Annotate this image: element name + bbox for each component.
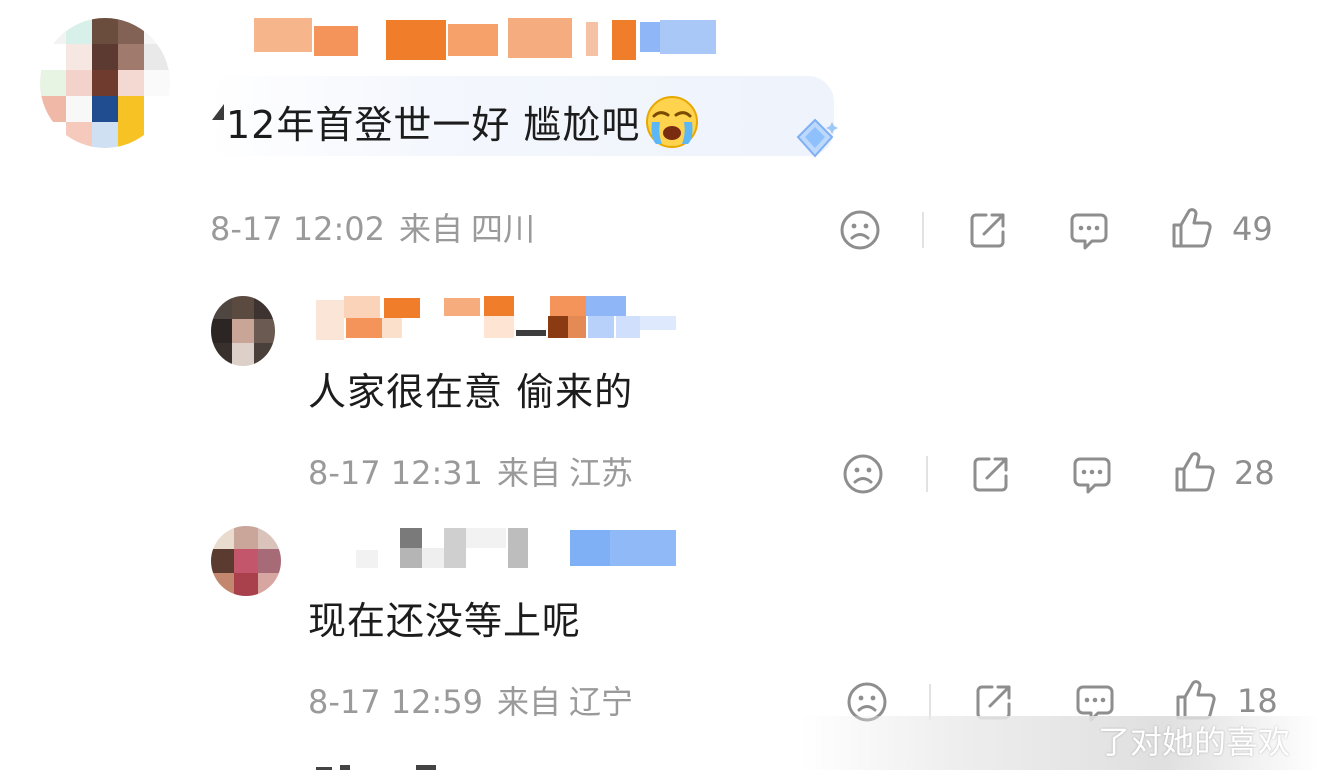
- like-count: 49: [1232, 210, 1273, 248]
- from-label: 来自: [497, 454, 562, 492]
- divider: [929, 684, 931, 720]
- bubble-decoration: [212, 104, 224, 120]
- frown-face-icon[interactable]: [841, 452, 885, 496]
- comment-text[interactable]: 现在还没等上呢: [308, 597, 581, 645]
- username-blurred[interactable]: [356, 528, 678, 572]
- comment-text-label: 12年首登世一好 尴尬吧: [226, 103, 641, 147]
- comment-list: 12年首登世一好 尴尬吧 8-17 12:02 来自 四川 49 人家很在意 偷…: [0, 0, 1320, 770]
- username-blurred[interactable]: [236, 18, 716, 62]
- avatar[interactable]: [211, 526, 281, 596]
- divider: [922, 212, 924, 248]
- diamond-badge-icon: [796, 118, 838, 158]
- next-comment-peek: [316, 758, 446, 770]
- like-count: 18: [1237, 682, 1278, 720]
- comment-text-label: 现在还没等上呢: [308, 599, 582, 643]
- thumbs-up-icon[interactable]: [1169, 206, 1215, 252]
- comment-region: 四川: [471, 210, 536, 248]
- from-label: 来自: [497, 683, 562, 721]
- comment-date: 8-17 12:59: [308, 683, 484, 721]
- comment-text[interactable]: 人家很在意 偷来的: [308, 368, 633, 416]
- comment-text-label: 人家很在意 偷来的: [308, 370, 634, 414]
- divider: [926, 456, 928, 492]
- thumbs-up-icon[interactable]: [1172, 450, 1218, 496]
- comment-date: 8-17 12:31: [308, 454, 484, 492]
- comment-region: 辽宁: [569, 683, 634, 721]
- comment-date: 8-17 12:02: [210, 210, 386, 248]
- comment-actions: 49: [838, 206, 1288, 250]
- loudly-crying-face-icon: [646, 96, 699, 148]
- username-blurred[interactable]: [316, 294, 680, 340]
- comment-text[interactable]: 12年首登世一好 尴尬吧: [226, 94, 700, 150]
- comment-meta: 8-17 12:02 来自 四川: [210, 209, 535, 249]
- comment-bubble-icon[interactable]: [1067, 208, 1111, 252]
- share-arrow-icon[interactable]: [969, 452, 1013, 496]
- comment-region: 江苏: [569, 454, 634, 492]
- comment-bubble-icon[interactable]: [1070, 452, 1114, 496]
- comment-meta: 8-17 12:31 来自 江苏: [308, 453, 633, 493]
- avatar[interactable]: [40, 18, 170, 148]
- share-arrow-icon[interactable]: [966, 208, 1010, 252]
- avatar[interactable]: [211, 296, 275, 366]
- frown-face-icon[interactable]: [838, 208, 882, 252]
- comment-actions: 28: [841, 450, 1291, 494]
- like-count: 28: [1234, 454, 1275, 492]
- watermark-text: 了对她的喜欢: [1098, 723, 1291, 761]
- from-label: 来自: [399, 210, 464, 248]
- comment-meta: 8-17 12:59 来自 辽宁: [308, 682, 633, 722]
